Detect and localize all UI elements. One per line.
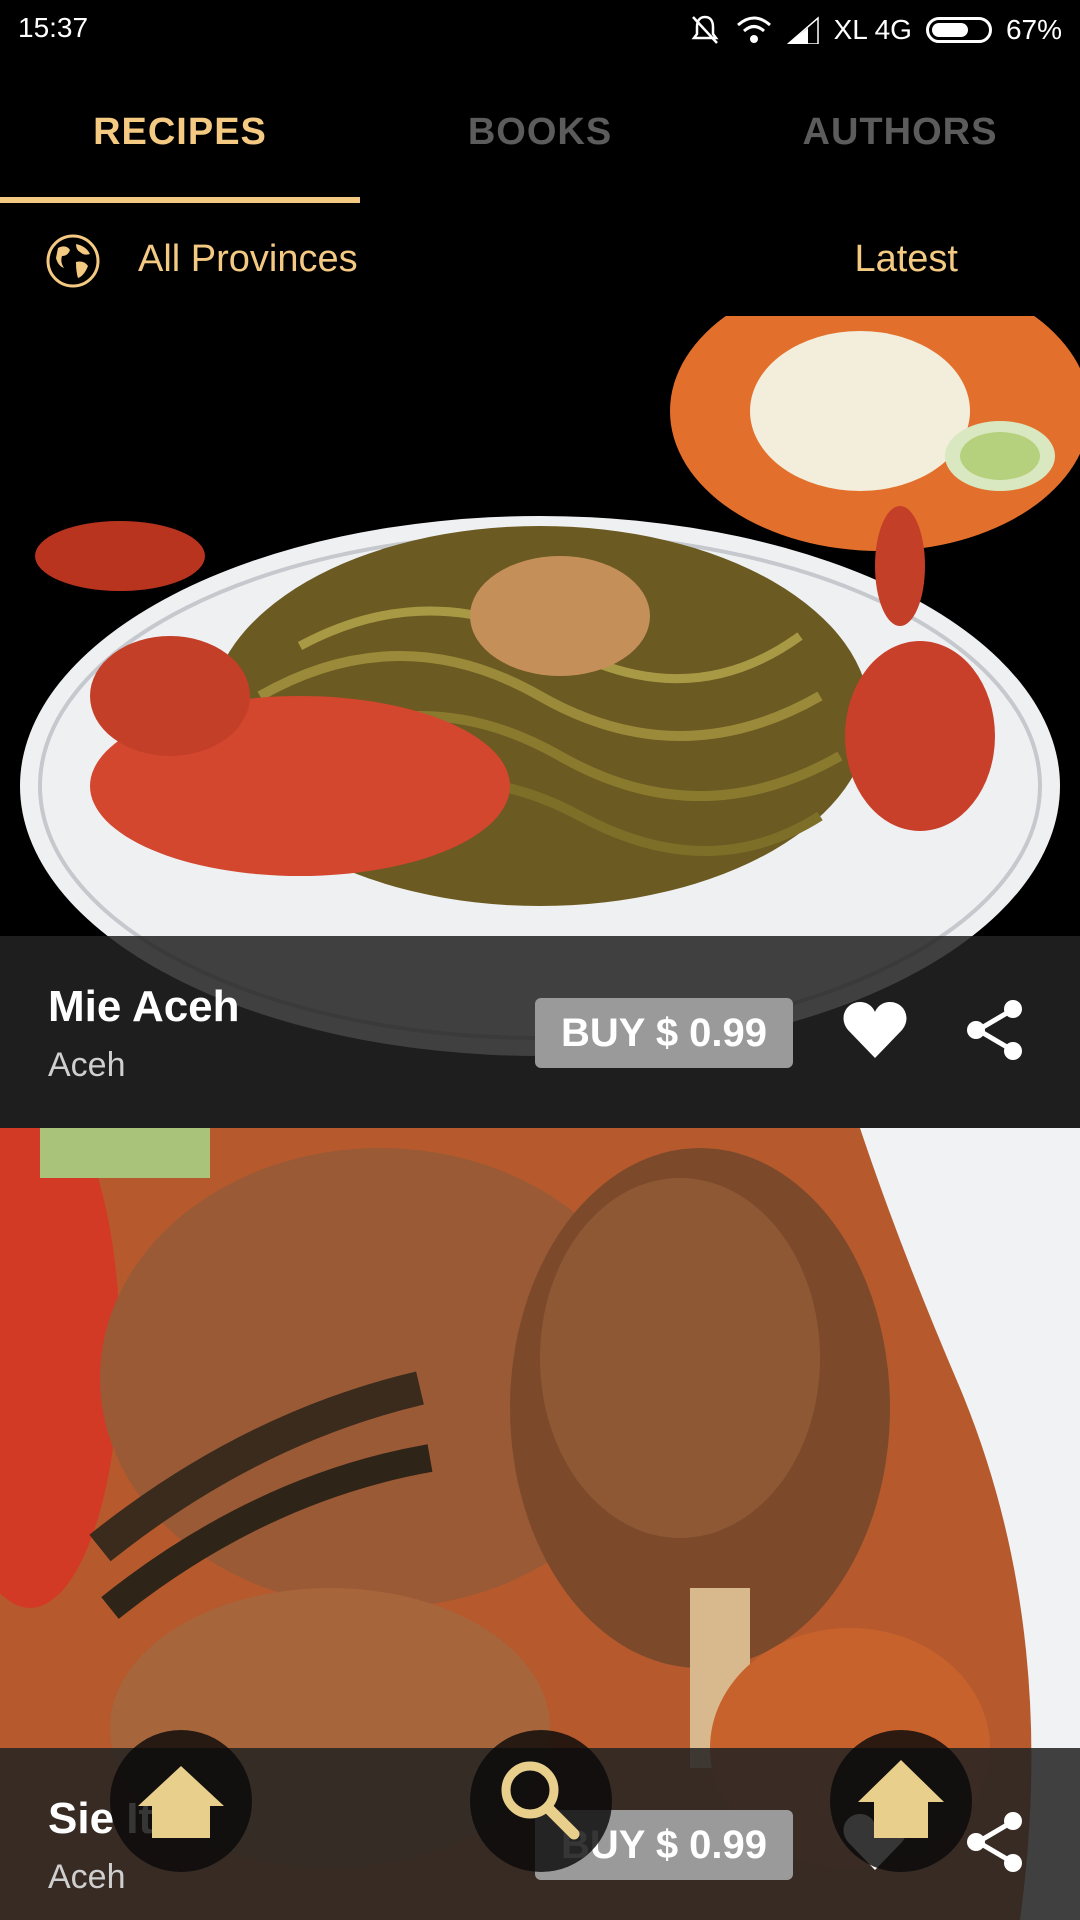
search-icon [501,1761,580,1840]
province-filter[interactable]: All Provinces [138,238,358,281]
active-tab-indicator [0,197,360,203]
share-icon[interactable] [964,1810,1026,1874]
carrier-label: XL 4G [833,14,912,45]
recipe-info-bar: Mie Aceh Aceh BUY $ 0.99 [0,936,1080,1128]
recipe-title[interactable]: Mie Aceh [48,982,240,1032]
filter-bar: All Provinces Latest [0,204,1080,316]
status-time: 15:37 [18,12,89,43]
signal-icon [786,16,819,44]
battery-icon [925,17,992,43]
buy-button[interactable]: BUY $ 0.99 [535,998,793,1068]
wifi-icon [736,16,771,43]
tab-books[interactable]: BOOKS [360,60,720,204]
status-bar: 15:37 XL 4G 67% [0,0,1080,60]
recipe-card[interactable]: Mie Aceh Aceh BUY $ 0.99 [0,316,1080,1128]
battery-percent: 67% [1005,14,1062,45]
home-nav-button[interactable] [110,1730,252,1872]
recipe-region: Aceh [48,1046,126,1084]
share-icon[interactable] [964,998,1026,1062]
home-icon [138,1766,224,1838]
muted-notifications-icon [691,15,719,44]
globe-icon[interactable] [46,234,100,288]
search-nav-button[interactable] [470,1730,612,1872]
upload-home-icon [858,1760,944,1838]
tab-authors[interactable]: AUTHORS [720,60,1080,204]
upload-nav-button[interactable] [830,1730,972,1872]
sort-selector[interactable]: Latest [854,238,958,281]
heart-icon[interactable] [842,1000,908,1060]
tab-recipes[interactable]: RECIPES [0,60,360,204]
top-tabs: RECIPES BOOKS AUTHORS [0,60,1080,204]
